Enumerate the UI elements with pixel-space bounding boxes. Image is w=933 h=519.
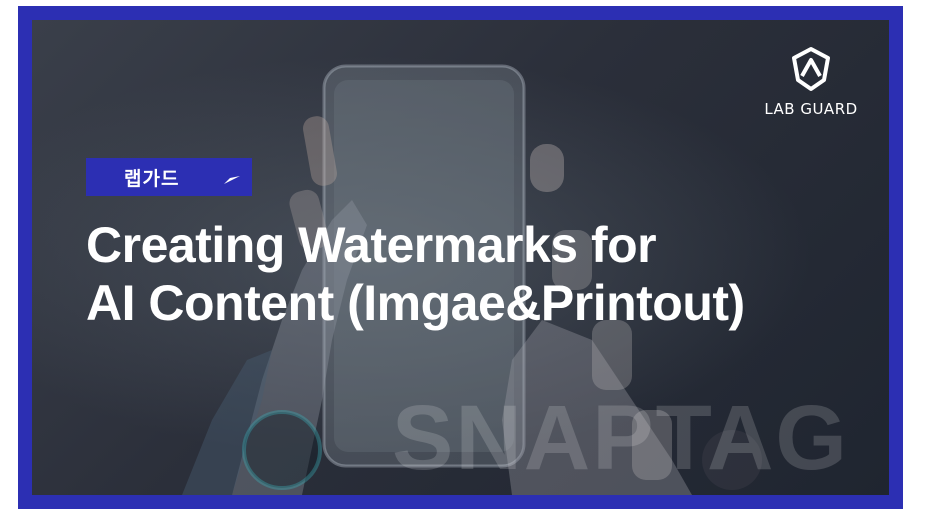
title-line-1: Creating Watermarks for bbox=[86, 217, 657, 273]
page-title: Creating Watermarks for AI Content (Imga… bbox=[86, 216, 876, 332]
category-tag-label: 랩가드 bbox=[124, 167, 180, 190]
shield-icon bbox=[792, 47, 830, 91]
watermark-text: SNAPTAG bbox=[392, 387, 849, 489]
category-tag: 랩가드 bbox=[86, 158, 252, 196]
title-line-2: AI Content (Imgae&Printout) bbox=[86, 275, 745, 331]
logo-text: LAB GUARD bbox=[764, 100, 858, 118]
lab-guard-logo: LAB GUARD bbox=[751, 46, 871, 118]
thumbnail-frame: LAB GUARD 랩가드 Creating Watermarks for AI… bbox=[18, 6, 903, 509]
play-arrow-icon bbox=[224, 176, 240, 184]
